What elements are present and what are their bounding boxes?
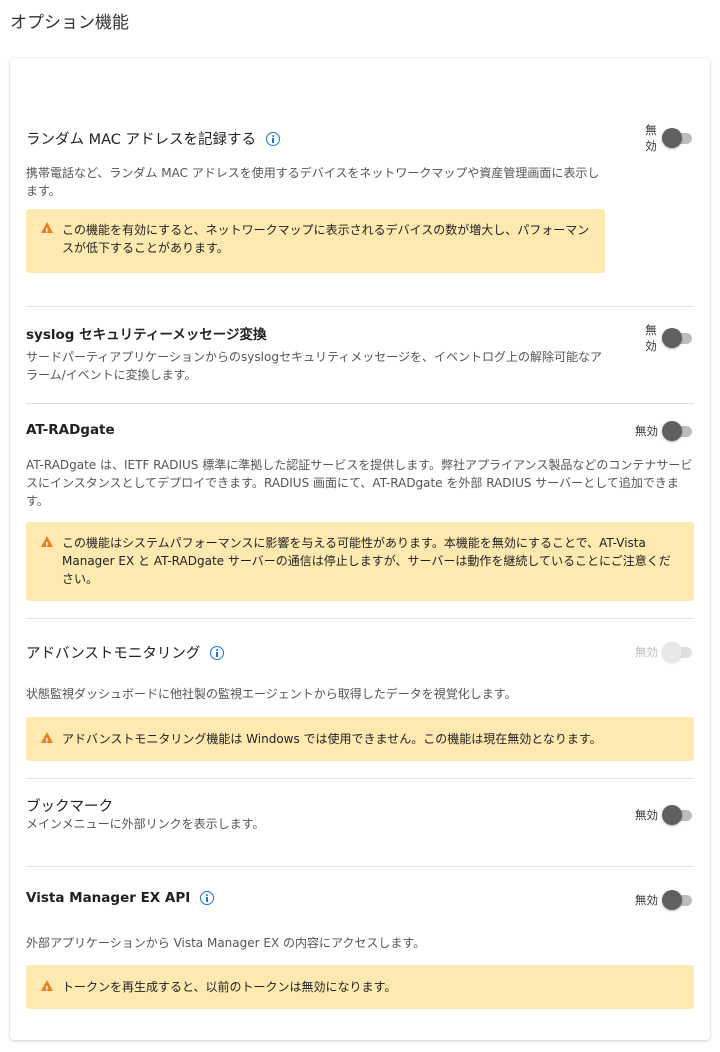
advanced-monitoring-toggle: 無効 — [635, 642, 694, 662]
options-card: ランダム MAC アドレスを記録する 無効 携帯電話など、ランダム MAC アド… — [10, 58, 710, 1040]
feature-description: 外部アプリケーションから Vista Manager EX の内容にアクセスしま… — [26, 936, 426, 950]
toggle-switch — [662, 642, 694, 662]
syslog-toggle[interactable]: 無効 — [644, 322, 694, 354]
divider — [26, 618, 694, 619]
toggle-switch[interactable] — [662, 890, 694, 910]
warning-icon — [41, 980, 53, 999]
feature-description: AT-RADgate は、IETF RADIUS 標準に準拠した認証サービスを提… — [26, 458, 693, 508]
toggle-switch[interactable] — [662, 128, 694, 148]
info-icon[interactable] — [266, 131, 281, 146]
feature-title: Vista Manager EX API — [26, 890, 215, 906]
divider — [26, 306, 694, 307]
feature-title: アドバンストモニタリング — [26, 642, 225, 663]
feature-title: ブックマーク — [26, 799, 113, 815]
toggle-state-label: 無効 — [635, 424, 658, 438]
feature-description: 携帯電話など、ランダム MAC アドレスを使用するデバイスをネットワークマップや… — [26, 166, 600, 198]
feature-title: syslog セキュリティーメッセージ変換 — [26, 327, 267, 343]
warning-text: トークンを再生成すると、以前のトークンは無効になります。 — [62, 980, 397, 994]
toggle-state-label: 無効 — [635, 645, 658, 659]
divider — [26, 866, 694, 867]
warning-icon — [41, 536, 53, 555]
radgate-toggle[interactable]: 無効 — [635, 421, 694, 441]
warning-text: この機能はシステムパフォーマンスに影響を与える可能性があります。本機能を無効にす… — [62, 536, 671, 586]
toggle-state-label: 無効 — [645, 323, 657, 353]
toggle-switch[interactable] — [662, 328, 694, 348]
warning-box: トークンを再生成すると、以前のトークンは無効になります。 — [26, 965, 694, 1009]
api-toggle[interactable]: 無効 — [635, 890, 694, 910]
info-icon[interactable] — [200, 891, 215, 905]
feature-title-text: Vista Manager EX API — [26, 890, 191, 906]
warning-text: この機能を有効にすると、ネットワークマップに表示されるデバイスの数が増大し、パフ… — [62, 223, 590, 255]
feature-title-text: アドバンストモニタリング — [26, 646, 201, 662]
page-title: オプション機能 — [10, 13, 129, 33]
feature-description: サードパーティアプリケーションからのsyslogセキュリティメッセージを、イベン… — [26, 350, 602, 382]
random-mac-toggle[interactable]: 無効 — [644, 122, 694, 154]
toggle-switch[interactable] — [662, 805, 694, 825]
warning-text: アドバンストモニタリング機能は Windows では使用できません。この機能は現… — [62, 732, 602, 746]
info-icon[interactable] — [210, 645, 225, 660]
warning-box: この機能を有効にすると、ネットワークマップに表示されるデバイスの数が増大し、パフ… — [26, 209, 605, 273]
feature-title-text: ランダム MAC アドレスを記録する — [26, 132, 257, 148]
divider — [26, 778, 694, 779]
bookmark-toggle[interactable]: 無効 — [635, 805, 694, 825]
divider — [26, 403, 694, 404]
warning-box: この機能はシステムパフォーマンスに影響を与える可能性があります。本機能を無効にす… — [26, 522, 694, 601]
toggle-state-label: 無効 — [635, 893, 658, 907]
feature-description: 状態監視ダッシュボードに他社製の監視エージェントから取得したデータを視覚化します… — [26, 687, 517, 701]
feature-title: ランダム MAC アドレスを記録する — [26, 128, 281, 149]
warning-box: アドバンストモニタリング機能は Windows では使用できません。この機能は現… — [26, 717, 694, 761]
toggle-state-label: 無効 — [635, 808, 658, 822]
feature-title: AT-RADgate — [26, 422, 115, 438]
toggle-switch[interactable] — [662, 421, 694, 441]
warning-icon — [41, 732, 53, 751]
feature-description: メインメニューに外部リンクを表示します。 — [26, 817, 265, 831]
toggle-state-label: 無効 — [645, 123, 657, 153]
warning-icon — [41, 222, 53, 241]
